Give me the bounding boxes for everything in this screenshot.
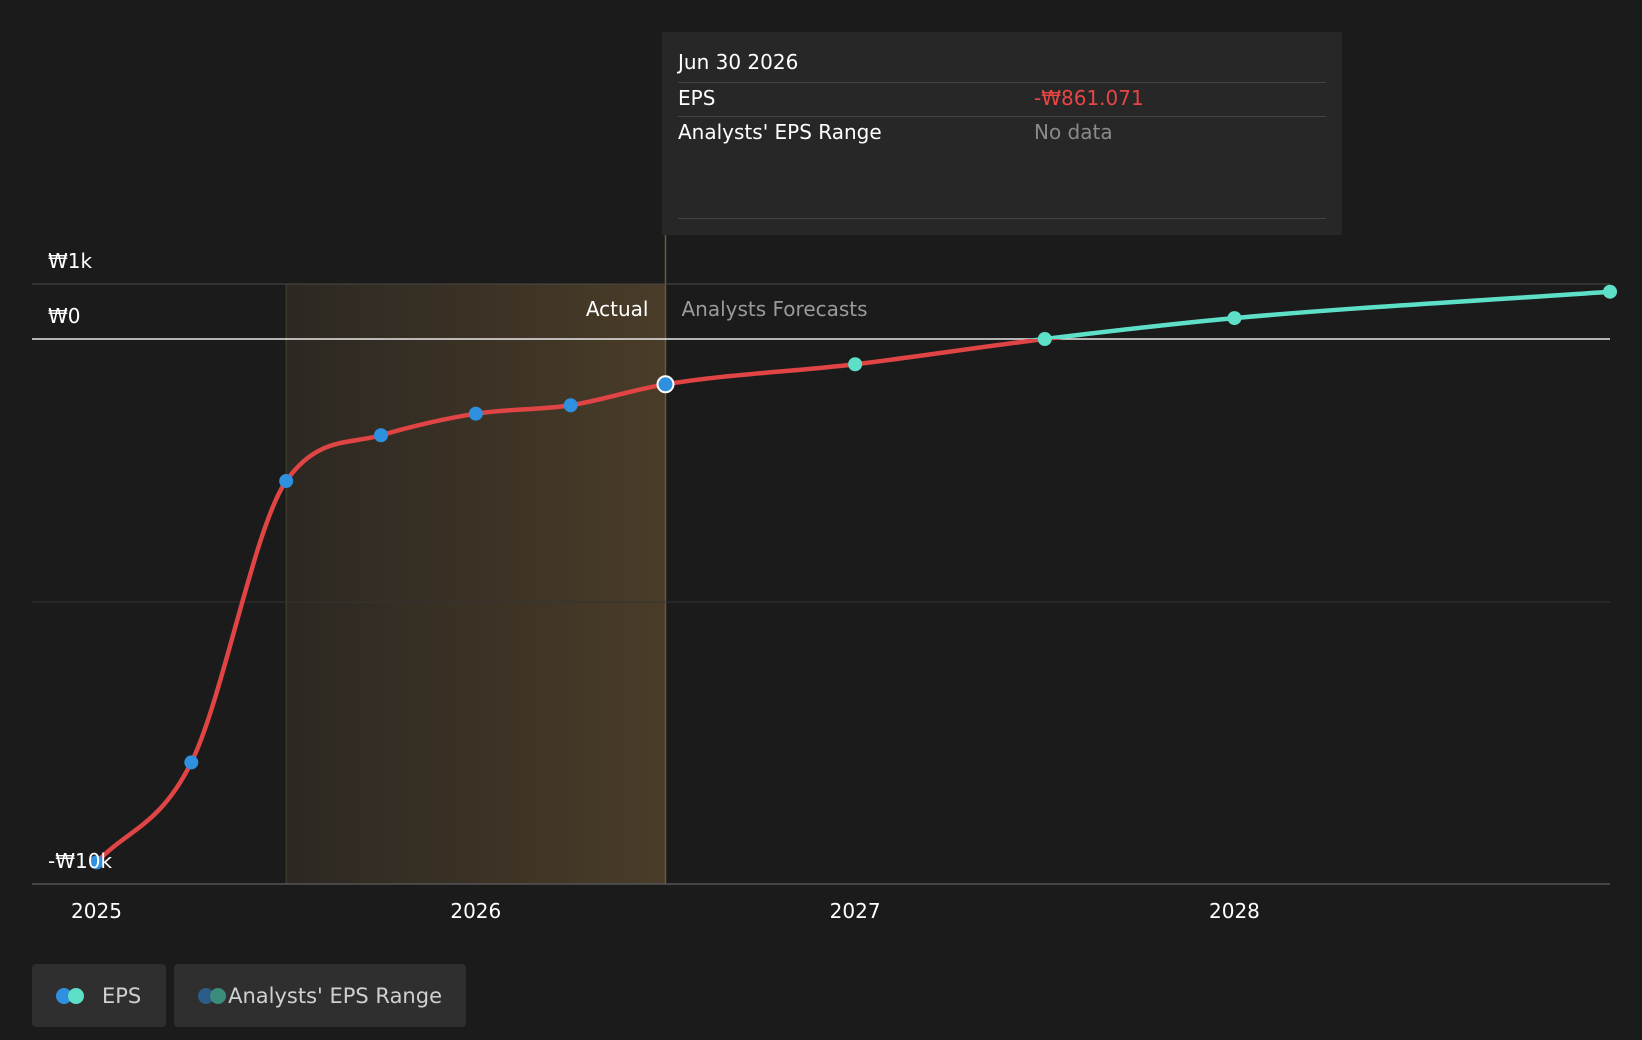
eps-point-selected[interactable]	[656, 375, 675, 394]
legend-item-eps-range[interactable]: Analysts' EPS Range	[174, 964, 466, 1027]
tooltip-range-value: No data	[1034, 120, 1113, 144]
x-tick-label: 2026	[450, 899, 501, 923]
forecast-label: Analysts Forecasts	[681, 297, 867, 321]
legend-label: EPS	[102, 983, 142, 1008]
actual-label: Actual	[586, 297, 649, 321]
y-tick-label: ₩0	[48, 304, 81, 328]
eps-point[interactable]	[279, 474, 294, 489]
eps-point[interactable]	[373, 428, 388, 443]
eps-point[interactable]	[1037, 332, 1052, 346]
eps-point[interactable]	[1603, 284, 1617, 299]
y-tick-label: -₩10k	[48, 849, 112, 873]
tooltip-eps-label: EPS	[678, 86, 716, 110]
tooltip-range-label: Analysts' EPS Range	[678, 120, 882, 144]
eps-range-legend-icon	[198, 987, 226, 1004]
eps-point[interactable]	[563, 398, 578, 413]
tooltip-eps-value: -₩861.071	[1034, 86, 1144, 110]
tooltip-divider	[678, 116, 1326, 117]
eps-point[interactable]	[848, 357, 863, 372]
eps-point[interactable]	[468, 406, 483, 421]
legend-item-eps[interactable]: EPS	[32, 964, 166, 1027]
x-tick-label: 2025	[71, 899, 122, 923]
y-tick-label: ₩1k	[48, 249, 93, 273]
x-tick-label: 2027	[830, 899, 881, 923]
tooltip-date: Jun 30 2026	[678, 50, 799, 74]
tooltip-divider	[678, 218, 1326, 219]
eps-point[interactable]	[184, 755, 199, 770]
tooltip: Jun 30 2026 EPS -₩861.071 Analysts' EPS …	[662, 32, 1342, 235]
x-tick-label: 2028	[1209, 899, 1260, 923]
eps-legend-icon	[56, 987, 88, 1004]
eps-point[interactable]	[1227, 311, 1242, 326]
actual-period-band	[286, 284, 666, 884]
legend-label: Analysts' EPS Range	[228, 983, 442, 1008]
tooltip-divider	[678, 82, 1326, 83]
